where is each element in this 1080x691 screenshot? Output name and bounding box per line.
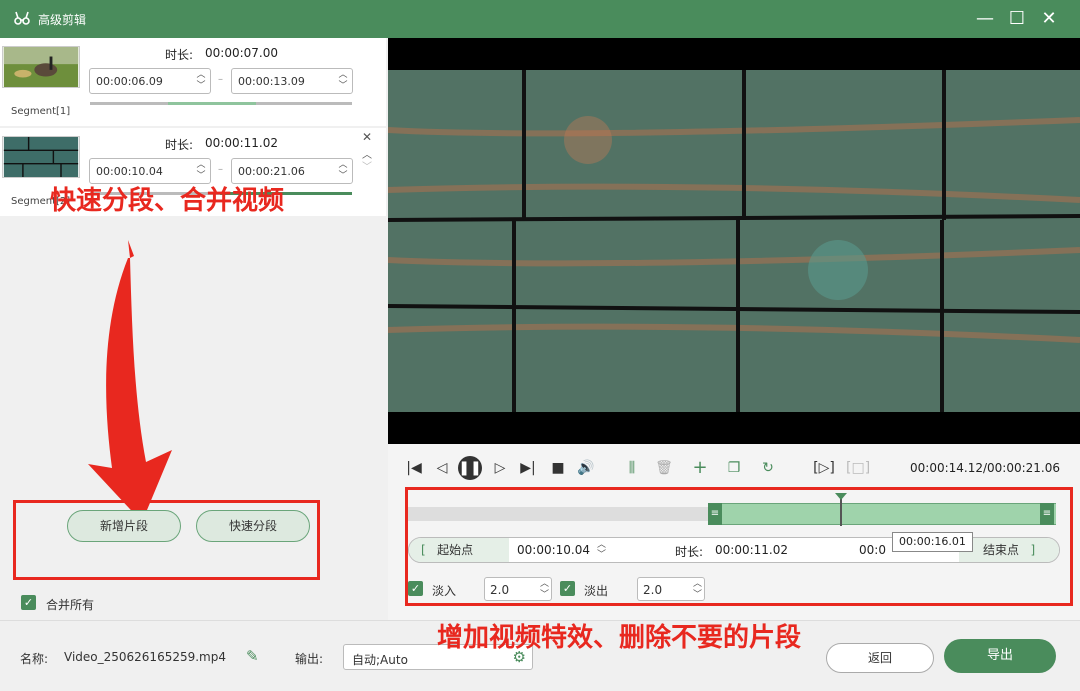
mark-in-icon[interactable]: [▷]	[812, 456, 836, 480]
duration-label: 时长:	[165, 48, 194, 62]
range-separator: –	[218, 164, 223, 175]
video-preview	[388, 38, 1080, 444]
back-button[interactable]: 返回	[826, 643, 934, 673]
timeline-track[interactable]	[408, 507, 708, 521]
end-time-value: 00:00:21.06	[238, 165, 305, 178]
timeline-start-handle[interactable]: ≡	[708, 503, 722, 525]
timeline-selection[interactable]	[708, 503, 1056, 525]
start-time-value: 00:00:10.04	[96, 165, 163, 178]
volume-icon[interactable]: 🔊	[574, 456, 598, 480]
spinner-icon[interactable]: ︿ ﹀	[336, 70, 350, 92]
fade-in-input[interactable]: 2.0 ︿ ﹀	[484, 577, 552, 601]
red-arrow-annotation	[88, 240, 172, 522]
delete-segment-icon[interactable]: ✕	[362, 130, 372, 144]
split-icon[interactable]: ⫼	[620, 456, 644, 480]
skip-end-icon[interactable]: ▶|	[516, 456, 540, 480]
end-point-value[interactable]: 00:0	[859, 543, 886, 557]
start-spinner-icon[interactable]: ︿ ﹀	[597, 540, 606, 560]
app-logo-icon	[14, 11, 30, 25]
delete-icon[interactable]: 🗑	[652, 456, 676, 480]
fade-in-label: 淡入	[432, 584, 457, 598]
end-point-label: 结束点	[983, 543, 1020, 557]
file-name: Video_250626165259.mp4	[64, 650, 226, 664]
step-back-icon[interactable]: ◁	[430, 456, 454, 480]
add-icon[interactable]: +	[688, 456, 712, 480]
title-bar: 高级剪辑 — ☐ ✕	[0, 0, 1080, 38]
name-label: 名称:	[20, 652, 49, 666]
fade-out-label: 淡出	[584, 584, 609, 598]
add-segment-button[interactable]: 新增片段	[67, 510, 181, 542]
fade-out-input[interactable]: 2.0 ︿ ﹀	[637, 577, 705, 601]
playhead-marker-icon[interactable]	[835, 493, 847, 500]
spinner-icon[interactable]: ︿ ﹀	[336, 160, 350, 182]
range-duration-value: 00:00:11.02	[715, 543, 788, 557]
minimize-button[interactable]: —	[972, 6, 998, 32]
export-button[interactable]: 导出	[944, 639, 1056, 673]
quick-split-button[interactable]: 快速分段	[196, 510, 310, 542]
segment-range-fill	[168, 102, 256, 105]
edit-name-icon[interactable]: ✎	[246, 647, 259, 665]
merge-all-checkbox[interactable]: ✓	[21, 595, 36, 610]
spinner-icon[interactable]: ︿ ﹀	[693, 579, 702, 601]
segment-thumbnail	[2, 46, 80, 88]
spinner-icon[interactable]: ︿ ﹀	[194, 70, 208, 92]
range-separator: –	[218, 74, 223, 85]
start-point-value[interactable]: 00:00:10.04	[517, 543, 590, 557]
stop-icon[interactable]: ■	[546, 456, 570, 480]
fade-out-value: 2.0	[643, 583, 663, 597]
annotation-bottom: 增加视频特效、删除不要的片段	[437, 623, 802, 653]
segment-end-input[interactable]: 00:00:13.09 ︿ ﹀	[231, 68, 353, 94]
fade-in-value: 2.0	[490, 583, 510, 597]
segment-duration: 00:00:07.00	[205, 46, 278, 60]
segment-label: Segment[1]	[11, 106, 71, 117]
maximize-button[interactable]: ☐	[1004, 6, 1030, 32]
timeline-end-handle[interactable]: ≡	[1040, 503, 1054, 525]
start-point-label: 起始点	[437, 543, 474, 557]
output-label: 输出:	[295, 652, 324, 666]
segment-thumbnail	[2, 136, 80, 178]
step-forward-icon[interactable]: ▷	[488, 456, 512, 480]
spinner-icon[interactable]: ︿ ﹀	[194, 160, 208, 182]
duration-label: 时长:	[165, 138, 194, 152]
merge-all-label: 合并所有	[46, 598, 95, 612]
start-time-value: 00:00:06.09	[96, 75, 163, 88]
annotation-top: 快速分段、合并视频	[50, 186, 285, 216]
set-end-button[interactable]: 结束点 ]	[959, 538, 1059, 562]
copy-icon[interactable]: ❐	[722, 456, 746, 480]
playback-time: 00:00:14.12/00:00:21.06	[910, 461, 1060, 475]
playhead-tooltip: 00:00:16.01	[892, 532, 973, 552]
segment-duration: 00:00:11.02	[205, 136, 278, 150]
fade-out-checkbox[interactable]: ✓	[560, 581, 575, 596]
range-duration-label: 时长:	[675, 545, 704, 559]
reset-icon[interactable]: ↻	[756, 456, 780, 480]
pause-icon[interactable]: ❚❚	[458, 456, 482, 480]
set-start-button[interactable]: [ 起始点	[409, 538, 509, 562]
window-title: 高级剪辑	[38, 13, 87, 27]
output-value: 自动;Auto	[352, 653, 408, 667]
close-button[interactable]: ✕	[1036, 6, 1062, 32]
playhead[interactable]	[840, 496, 842, 526]
mark-out-icon[interactable]: [□]	[846, 456, 870, 480]
segment-range-bar	[90, 102, 352, 105]
segment-start-input[interactable]: 00:00:06.09 ︿ ﹀	[89, 68, 211, 94]
skip-start-icon[interactable]: |◀	[402, 456, 426, 480]
segment-item[interactable]: Segment[1] 时长: 00:00:07.00 00:00:06.09 ︿…	[0, 38, 386, 126]
video-frame	[388, 70, 1080, 412]
spinner-icon[interactable]: ︿ ﹀	[540, 579, 549, 601]
fade-in-checkbox[interactable]: ✓	[408, 581, 423, 596]
end-time-value: 00:00:13.09	[238, 75, 305, 88]
move-down-icon[interactable]: ﹀	[362, 158, 372, 173]
